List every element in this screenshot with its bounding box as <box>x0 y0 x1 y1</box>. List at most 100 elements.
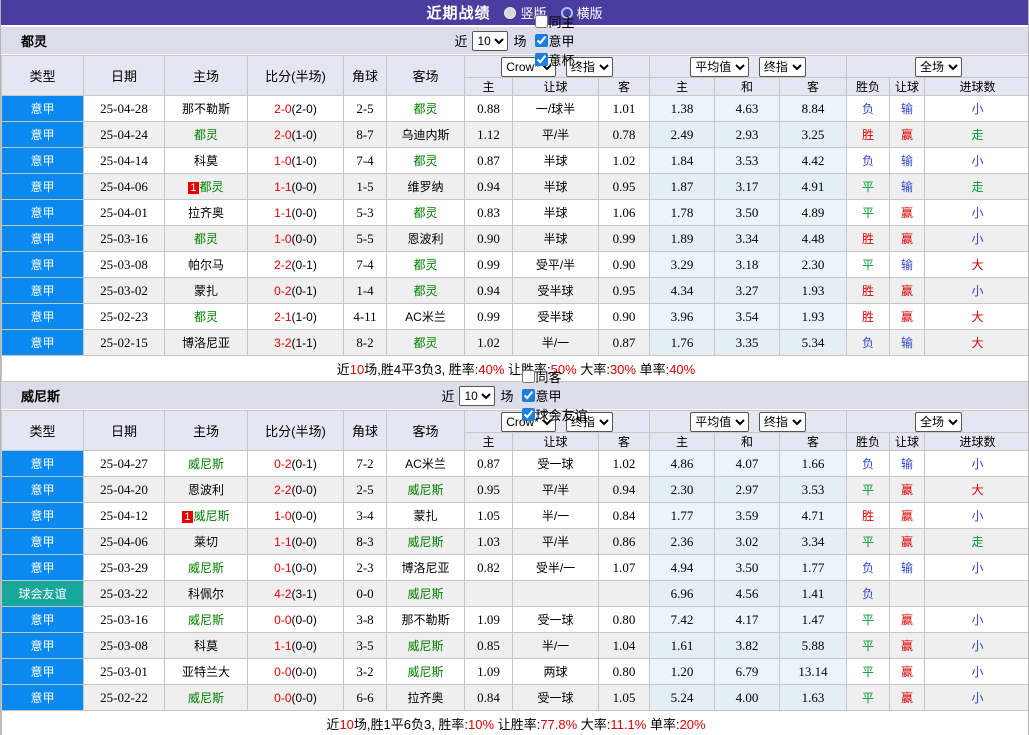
filter-checkbox-意甲[interactable]: 意甲 <box>534 31 575 50</box>
handicap-cell: 受半/一 <box>512 554 599 581</box>
away-team-cell: 维罗纳 <box>386 173 465 200</box>
away-team-cell: 都灵 <box>386 277 465 304</box>
team-label: 都灵 <box>413 336 438 350</box>
halftime-score: (1-0) <box>291 127 317 142</box>
recent-count-select[interactable]: 10 <box>472 30 509 51</box>
avg-away-cell: 1.66 <box>779 450 848 477</box>
odds-home-cell: 0.87 <box>464 147 513 174</box>
scope-select[interactable]: 全场 <box>915 411 963 432</box>
avg-home-cell: 1.78 <box>649 199 716 226</box>
results-table-torino: 类型 日期 主场 比分(半场) 角球 客场 Crow* 终指 平均值 终指 全场 <box>1 55 1028 382</box>
summary-segment: 10% <box>468 717 495 732</box>
checkbox-input[interactable] <box>521 370 535 383</box>
fulltime-score: 1-1 <box>274 638 292 653</box>
avg-draw-cell: 3.53 <box>714 147 781 174</box>
avg-away-cell: 3.53 <box>779 476 848 503</box>
handicap-cell: 半/一 <box>512 502 599 529</box>
avg-draw-cell: 3.82 <box>714 632 781 659</box>
sub-header-avg-away: 客 <box>779 432 848 451</box>
winloss-result-cell: 平 <box>846 658 891 685</box>
checkbox-input[interactable] <box>534 53 548 66</box>
average-time-select[interactable]: 终指 <box>758 411 806 432</box>
avg-home-cell: 2.30 <box>649 476 716 503</box>
average-select[interactable]: 平均值 <box>690 411 750 432</box>
fulltime-score: 0-0 <box>274 664 292 679</box>
avg-draw-cell: 4.07 <box>714 450 781 477</box>
halftime-score: (0-0) <box>291 179 317 194</box>
avg-away-cell: 2.30 <box>779 251 848 278</box>
halftime-score: (0-0) <box>291 508 317 523</box>
odds-away-cell: 1.06 <box>597 199 651 226</box>
team-label: 威尼斯 <box>407 665 444 679</box>
goals-result-cell: 小 <box>924 684 1028 711</box>
winloss-result-cell: 平 <box>846 684 891 711</box>
date-cell: 25-03-22 <box>83 580 165 607</box>
match-type-cell: 意甲 <box>1 450 84 477</box>
handicap-cell <box>512 580 599 607</box>
avg-draw-cell: 3.18 <box>714 251 781 278</box>
home-team-cell: 威尼斯 <box>164 554 248 581</box>
match-row: 意甲 25-03-29 威尼斯 0-1(0-0) 2-3 博洛尼亚 0.82 受半/一 1.07… <box>1 554 1028 581</box>
odds-home-cell <box>464 580 513 607</box>
fulltime-score: 0-1 <box>274 560 292 575</box>
date-cell: 25-03-16 <box>83 225 165 252</box>
summary-segment: 40% <box>669 362 696 377</box>
handicap-cell: 受半球 <box>512 277 599 304</box>
average-select[interactable]: 平均值 <box>690 56 750 77</box>
handicap-result-cell: 赢 <box>889 684 926 711</box>
handicap-cell: 平/半 <box>512 476 599 503</box>
summary-row: 近10场,胜1平6负3, 胜率:10% 让胜率:77.8% 大率:11.1% 单… <box>1 710 1028 735</box>
match-type-cell: 意甲 <box>1 632 84 659</box>
filter-checkbox-同主[interactable]: 同主 <box>534 12 575 31</box>
fulltime-score: 1-1 <box>274 534 292 549</box>
goals-result-cell: 走 <box>924 121 1028 148</box>
match-row: 意甲 25-02-23 都灵 2-1(1-0) 4-11 AC米兰 0.99 受半球 0.90 3… <box>1 303 1028 330</box>
score-cell: 2-0(2-0) <box>247 95 344 122</box>
fulltime-score: 1-0 <box>274 231 292 246</box>
checkbox-input[interactable] <box>534 34 548 47</box>
handicap-cell: 受半球 <box>512 303 599 330</box>
avg-draw-cell: 3.50 <box>714 554 781 581</box>
filter-checkbox-意杯[interactable]: 意杯 <box>534 50 575 69</box>
checkbox-input[interactable] <box>521 389 535 402</box>
date-cell: 25-02-23 <box>83 303 165 330</box>
checkbox-input[interactable] <box>521 408 535 421</box>
team-label: 都灵 <box>193 128 218 142</box>
avg-away-cell: 4.71 <box>779 502 848 529</box>
filter-controls: 近 10 场 同主 意甲 意杯 <box>454 12 575 69</box>
handicap-result-cell: 赢 <box>889 476 926 503</box>
team-label: 那不勒斯 <box>181 102 230 116</box>
corner-cell: 0-0 <box>343 580 387 607</box>
match-row: 意甲 25-04-01 拉齐奥 1-1(0-0) 5-3 都灵 0.83 半球 1.06 1.78… <box>1 199 1028 226</box>
match-row: 意甲 25-03-02 蒙扎 0-2(0-1) 1-4 都灵 0.94 受半球 0.95 4.34… <box>1 277 1028 304</box>
recent-count-select[interactable]: 10 <box>459 385 496 406</box>
handicap-cell: 半/一 <box>512 632 599 659</box>
score-cell: 4-2(3-1) <box>247 580 344 607</box>
halftime-score: (2-0) <box>291 101 317 116</box>
date-cell: 25-04-06 <box>83 528 165 555</box>
checkbox-input[interactable] <box>534 15 548 28</box>
col-header-home: 主场 <box>164 55 248 96</box>
filter-checkbox-意甲[interactable]: 意甲 <box>521 386 588 405</box>
col-header-score: 比分(半场) <box>247 410 344 451</box>
average-time-select[interactable]: 终指 <box>758 56 806 77</box>
scope-group-header: 全场 <box>846 55 1028 78</box>
filter-checkbox-同客[interactable]: 同客 <box>521 367 588 386</box>
average-group-header: 平均值 终指 <box>649 410 848 433</box>
scope-select[interactable]: 全场 <box>915 56 963 77</box>
sub-header-handicap: 让球 <box>512 77 599 96</box>
winloss-result-cell: 负 <box>846 329 891 356</box>
match-type-cell: 意甲 <box>1 476 84 503</box>
away-team-cell: 都灵 <box>386 95 465 122</box>
score-cell: 1-1(0-0) <box>247 199 344 226</box>
match-type-cell: 意甲 <box>1 277 84 304</box>
halftime-score: (0-0) <box>291 231 317 246</box>
away-team-cell: 威尼斯 <box>386 476 465 503</box>
filter-checkbox-球会友谊[interactable]: 球会友谊 <box>521 405 588 424</box>
avg-draw-cell: 2.97 <box>714 476 781 503</box>
col-header-date: 日期 <box>83 410 165 451</box>
avg-draw-cell: 4.00 <box>714 684 781 711</box>
handicap-result-cell <box>889 580 926 607</box>
col-header-away: 客场 <box>386 55 465 96</box>
home-team-cell: 蒙扎 <box>164 277 248 304</box>
